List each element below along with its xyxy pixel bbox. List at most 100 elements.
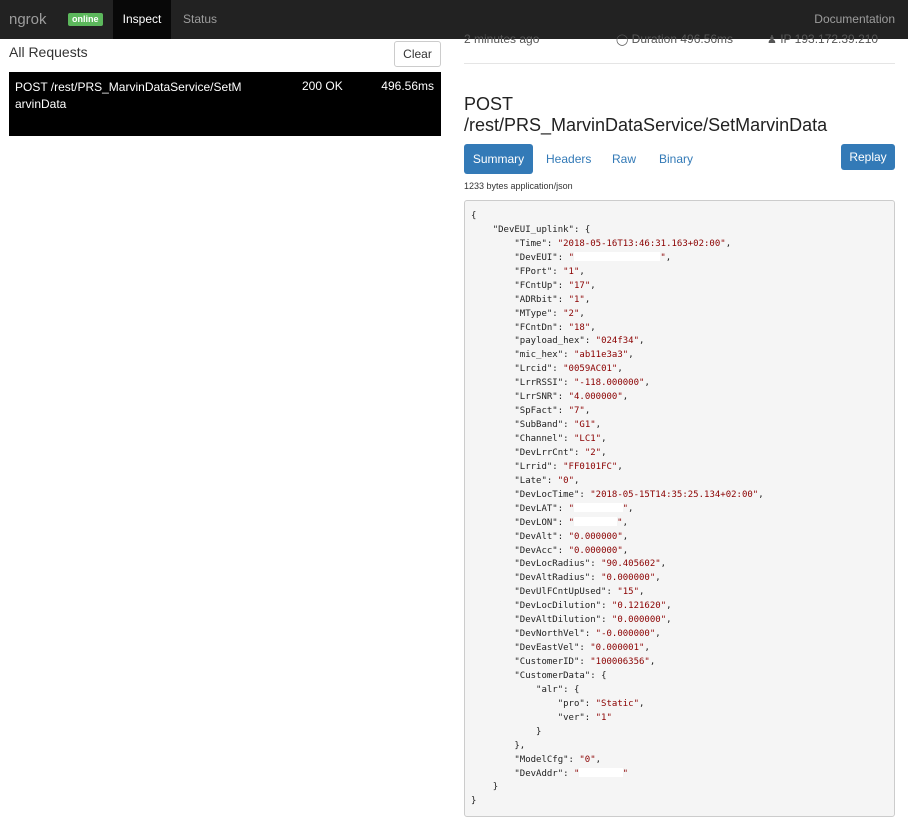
clear-button[interactable]: Clear	[394, 41, 441, 67]
json-line: "LrrRSSI": "-118.000000",	[514, 378, 650, 389]
json-value: "0"	[557, 475, 574, 486]
json-value: "0.000000"	[601, 573, 656, 584]
json-value: "LC1"	[573, 434, 602, 444]
json-value: "-118.000000"	[573, 378, 645, 389]
json-value: "0.000001"	[590, 643, 645, 654]
json-value: " "	[568, 502, 628, 514]
replay-button[interactable]: Replay	[841, 144, 895, 170]
request-method-path: POST /rest/PRS_MarvinDataService/SetMarv…	[15, 80, 242, 111]
json-value: " "	[568, 251, 666, 263]
json-key: "MType"	[514, 308, 553, 319]
json-brace: }	[536, 726, 542, 737]
json-key: "DevAltDilution"	[514, 615, 602, 626]
json-value: "0"	[579, 754, 596, 765]
request-method: POST	[464, 94, 514, 114]
json-value: "4.000000"	[568, 392, 623, 403]
request-duration: 496.56ms	[381, 79, 434, 93]
json-key: "DevUlFCntUpUsed"	[514, 587, 607, 598]
json-body-panel[interactable]: { "DevEUI_uplink": { "Time": "2018-05-16…	[464, 200, 895, 817]
json-line: "DevLocTime": "2018-05-15T14:35:25.134+0…	[514, 489, 764, 500]
clock-icon: ◯	[616, 34, 629, 46]
json-line: "FCntUp": "17",	[514, 280, 596, 291]
json-line: "CustomerID": "100006356",	[514, 657, 656, 667]
ip-text: IP 193.172.39.210	[780, 32, 879, 46]
json-brace: },	[514, 740, 526, 751]
json-line: "FCntDn": "18",	[514, 322, 596, 333]
json-line: "DevNorthVel": "-0.000000",	[514, 629, 661, 640]
json-value: "100006356"	[590, 657, 650, 667]
json-key: "FPort"	[514, 266, 553, 277]
json-value: "0.000000"	[568, 545, 623, 556]
json-key: "DevAlt"	[514, 531, 558, 542]
json-value: "7"	[568, 406, 585, 417]
json-key: "LrrRSSI"	[514, 378, 564, 389]
json-value: "1"	[595, 712, 612, 723]
json-line: "ver": "1"	[557, 712, 612, 723]
json-line: "MType": "2",	[514, 308, 585, 319]
json-key: "pro"	[557, 698, 585, 709]
json-value: "-0.000000"	[595, 629, 656, 640]
json-brace: {	[471, 211, 477, 221]
json-key: "DevEastVel"	[514, 643, 580, 654]
tab-summary[interactable]: Summary	[464, 144, 533, 174]
json-value: "2018-05-15T14:35:25.134+02:00"	[590, 489, 759, 500]
json-key: "DevLAT"	[514, 503, 558, 514]
json-line: "Time": "2018-05-16T13:46:31.163+02:00",	[514, 238, 732, 249]
json-value: "ab11e3a3"	[573, 350, 629, 361]
tab-binary[interactable]: Binary	[659, 144, 693, 174]
json-value: "1"	[568, 294, 585, 305]
redacted-value	[573, 516, 618, 526]
request-status: 200 OK	[302, 79, 343, 93]
json-value: "17"	[568, 280, 591, 291]
json-value: "024f34"	[595, 336, 640, 347]
tab-raw[interactable]: Raw	[612, 144, 636, 174]
request-row[interactable]: POST /rest/PRS_MarvinDataService/SetMarv…	[9, 72, 441, 136]
json-value: "18"	[568, 322, 591, 333]
json-line: "DevLrrCnt": "2",	[514, 447, 607, 458]
json-line: "payload_hex": "024f34",	[514, 336, 645, 347]
request-path: /rest/PRS_MarvinDataService/SetMarvinDat…	[464, 115, 828, 135]
json-line: },	[471, 740, 764, 754]
json-key: "mic_hex"	[514, 350, 564, 361]
all-requests-heading: All Requests	[9, 44, 88, 60]
json-line: "SpFact": "7",	[514, 406, 591, 417]
json-key: "Time"	[514, 238, 547, 249]
json-line: "FPort": "1",	[514, 266, 585, 277]
json-key: "CustomerData"	[514, 670, 591, 681]
request-meta-ip: ♟ IP 193.172.39.210	[767, 32, 878, 46]
json-line: "DevAltDilution": "0.000000",	[514, 615, 672, 626]
json-value: "90.405602"	[601, 559, 661, 570]
request-time-ago: 2 minutes ago	[464, 32, 540, 46]
json-line: "DevLAT": " ",	[514, 502, 634, 514]
json-value: "0.000000"	[568, 531, 623, 542]
json-value: "2"	[584, 447, 602, 458]
json-key: "DevLON"	[514, 517, 558, 528]
json-key: "ModelCfg"	[514, 754, 569, 765]
json-key: "DevLrrCnt"	[514, 447, 574, 458]
json-value: "0.121620"	[611, 601, 667, 612]
json-key: "Lrrid"	[514, 461, 553, 472]
tab-headers[interactable]: Headers	[546, 144, 591, 174]
json-line: "DevLocDilution": "0.121620",	[514, 601, 672, 612]
json-value: "FF0101FC"	[563, 461, 618, 472]
redacted-value	[573, 502, 623, 512]
json-line: "Channel": "LC1",	[514, 434, 607, 444]
json-line: "ModelCfg": "0",	[514, 754, 602, 765]
nav-inspect[interactable]: Inspect	[113, 0, 171, 39]
json-line: {	[471, 210, 764, 224]
json-key: "DevAcc"	[514, 545, 558, 556]
json-body-code: { "DevEUI_uplink": { "Time": "2018-05-16…	[471, 210, 764, 809]
json-brace: }	[492, 782, 499, 793]
user-icon: ♟	[767, 34, 777, 46]
json-key: "FCntDn"	[514, 322, 558, 333]
brand-logo[interactable]: ngrok	[9, 11, 47, 28]
nav-status[interactable]: Status	[183, 0, 217, 39]
json-line: }	[471, 726, 764, 740]
json-value: "1"	[563, 266, 580, 277]
json-key: "DevEUI"	[514, 252, 558, 263]
json-value: "0059AC01"	[563, 364, 618, 375]
json-key: "payload_hex"	[514, 336, 585, 347]
json-key: "DevLocDilution"	[514, 601, 602, 612]
json-line: "SubBand": "G1",	[514, 420, 602, 431]
body-size-info: 1233 bytes application/json	[464, 181, 573, 191]
